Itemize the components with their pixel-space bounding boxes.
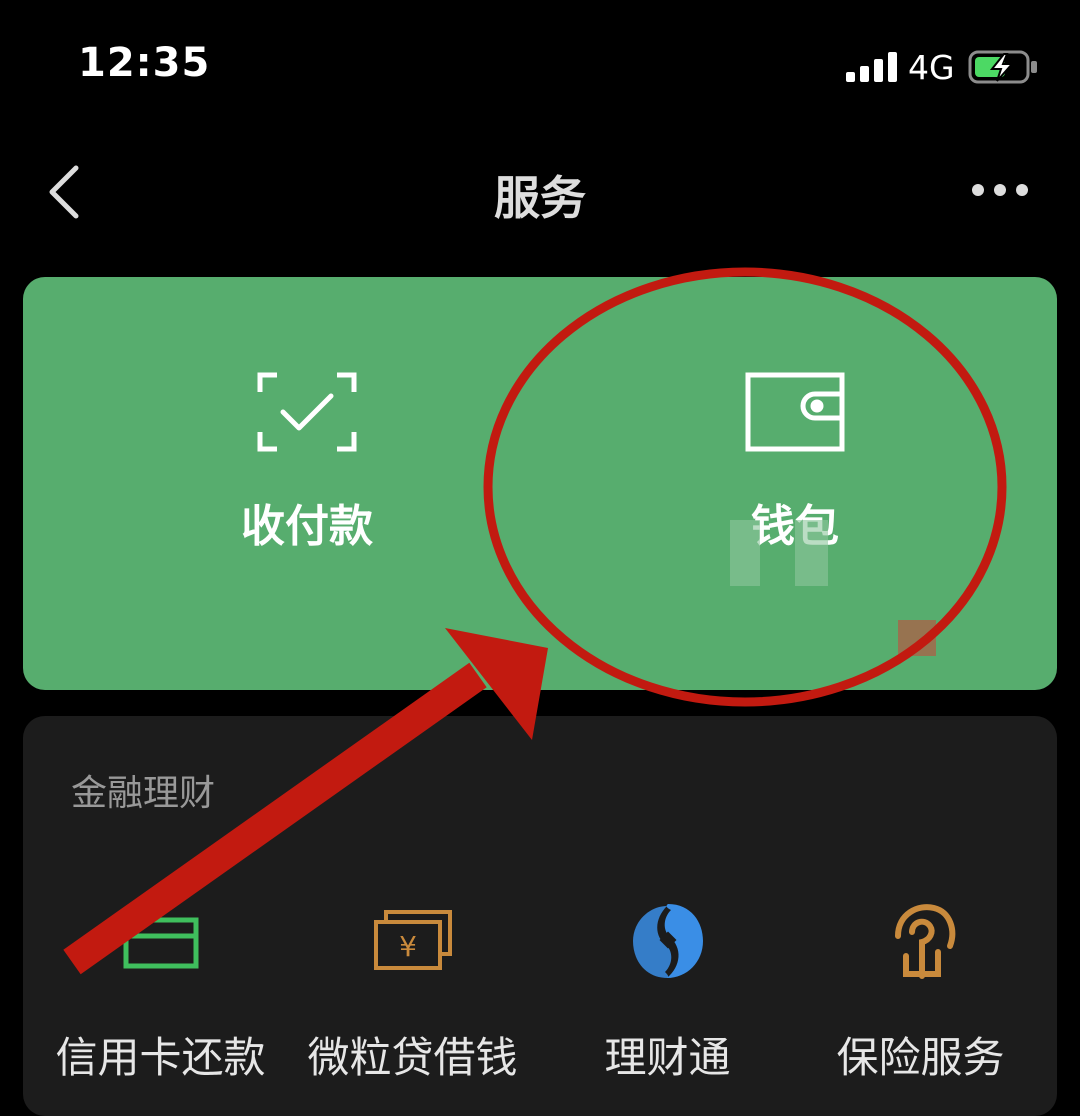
yuan-banknote-icon: ¥	[373, 910, 452, 970]
nav-bar: 服务	[0, 140, 1080, 250]
licaitong-label: 理财通	[604, 1033, 731, 1082]
svg-text:¥: ¥	[399, 930, 417, 963]
section-title: 金融理财	[71, 773, 216, 814]
licaitong-icon	[632, 904, 703, 978]
finance-section: 金融理财 信用卡还款 ¥ 微粒贷借钱 理财通 保险服务	[23, 716, 1057, 1116]
scan-check-icon	[257, 372, 357, 452]
licaitong-button[interactable]: 理财通	[540, 896, 795, 1085]
more-options-icon[interactable]	[968, 180, 1032, 200]
pixelated-region	[730, 520, 760, 586]
status-bar: 12:35 4G	[0, 0, 1080, 130]
pixelated-region	[795, 520, 828, 586]
status-time: 12:35	[78, 40, 211, 86]
pay-receive-label: 收付款	[241, 501, 373, 552]
credit-card-repay-label: 信用卡还款	[55, 1033, 266, 1082]
battery-charging-icon	[968, 50, 1037, 84]
signal-icon	[846, 52, 897, 82]
insurance-service-label: 保险服务	[836, 1033, 1005, 1082]
weilidai-loan-label: 微粒贷借钱	[307, 1033, 518, 1082]
credit-card-icon	[123, 917, 198, 969]
pixelated-region	[898, 620, 936, 656]
page-title: 服务	[494, 171, 586, 225]
weilidai-loan-button[interactable]: ¥ 微粒贷借钱	[285, 896, 540, 1085]
pay-receive-button[interactable]: 收付款	[127, 372, 487, 554]
insurance-service-button[interactable]: 保险服务	[793, 896, 1048, 1085]
credit-card-repay-button[interactable]: 信用卡还款	[33, 896, 288, 1085]
insurance-icon	[894, 904, 955, 979]
wallet-icon	[745, 372, 845, 452]
network-type: 4G	[908, 48, 955, 87]
